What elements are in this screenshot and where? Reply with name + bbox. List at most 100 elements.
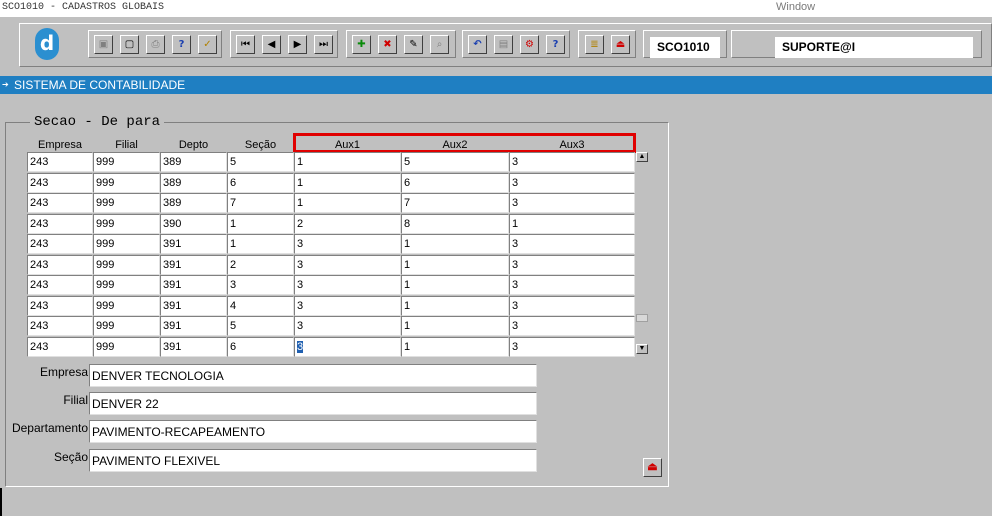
cell-empresa[interactable]: 243: [27, 234, 93, 254]
cell-depto[interactable]: 391: [160, 255, 227, 275]
cell-aux3[interactable]: 3: [509, 275, 635, 295]
cell-depto[interactable]: 389: [160, 193, 227, 213]
cell-empresa[interactable]: 243: [27, 275, 93, 295]
cell-secao[interactable]: 5: [227, 152, 294, 172]
delete-record-button[interactable]: ✖: [378, 35, 397, 54]
cell-filial[interactable]: 999: [93, 296, 160, 316]
cell-aux3[interactable]: 3: [509, 337, 635, 357]
help-button[interactable]: ?: [546, 35, 565, 54]
cell-empresa[interactable]: 243: [27, 152, 93, 172]
edit-record-button[interactable]: ✎: [404, 35, 423, 54]
cell-aux1[interactable]: 3: [294, 255, 401, 275]
cell-aux2[interactable]: 1: [401, 255, 509, 275]
window-button[interactable]: ▢: [120, 35, 139, 54]
last-record-button[interactable]: ⏭: [314, 35, 333, 54]
cell-depto[interactable]: 389: [160, 152, 227, 172]
cell-aux3[interactable]: 1: [509, 214, 635, 234]
cell-aux2[interactable]: 8: [401, 214, 509, 234]
tools-button[interactable]: ⚙: [520, 35, 539, 54]
scroll-down-button[interactable]: ▼: [636, 344, 648, 354]
filial-field[interactable]: DENVER 22: [89, 392, 537, 415]
previous-record-button[interactable]: ◀: [262, 35, 281, 54]
cell-empresa[interactable]: 243: [27, 255, 93, 275]
last-record-icon: ⏭: [319, 39, 328, 50]
cell-empresa[interactable]: 243: [27, 296, 93, 316]
cell-empresa[interactable]: 243: [27, 173, 93, 193]
cell-filial[interactable]: 999: [93, 214, 160, 234]
scroll-up-button[interactable]: ▲: [636, 152, 648, 162]
cell-aux1[interactable]: 1: [294, 173, 401, 193]
insert-record-button[interactable]: ✚: [352, 35, 371, 54]
cell-aux2[interactable]: 1: [401, 275, 509, 295]
grid-scrollbar[interactable]: ▲ ▼: [636, 152, 649, 356]
secao-field[interactable]: PAVIMENTO FLEXIVEL: [89, 449, 537, 472]
cell-filial[interactable]: 999: [93, 316, 160, 336]
next-record-button[interactable]: ▶: [288, 35, 307, 54]
cell-empresa[interactable]: 243: [27, 193, 93, 213]
cell-aux2[interactable]: 1: [401, 337, 509, 357]
cell-depto[interactable]: 391: [160, 296, 227, 316]
cell-filial[interactable]: 999: [93, 337, 160, 357]
cell-filial[interactable]: 999: [93, 275, 160, 295]
cell-aux3[interactable]: 3: [509, 234, 635, 254]
cell-aux1[interactable]: 3: [294, 234, 401, 254]
cell-aux2[interactable]: 1: [401, 296, 509, 316]
cell-secao[interactable]: 3: [227, 275, 294, 295]
undo-button[interactable]: ↶: [468, 35, 487, 54]
first-record-button[interactable]: ⏮: [236, 35, 255, 54]
cell-filial[interactable]: 999: [93, 234, 160, 254]
cell-depto[interactable]: 391: [160, 234, 227, 254]
cell-aux2[interactable]: 6: [401, 173, 509, 193]
cell-depto[interactable]: 389: [160, 173, 227, 193]
exit-button[interactable]: ⏏: [611, 35, 630, 54]
cell-aux1[interactable]: 3: [294, 275, 401, 295]
cell-depto[interactable]: 391: [160, 316, 227, 336]
cell-secao[interactable]: 4: [227, 296, 294, 316]
cell-secao[interactable]: 1: [227, 234, 294, 254]
departamento-field[interactable]: PAVIMENTO-RECAPEAMENTO: [89, 420, 537, 443]
cell-depto[interactable]: 390: [160, 214, 227, 234]
copy-button[interactable]: ▤: [494, 35, 513, 54]
cell-secao[interactable]: 2: [227, 255, 294, 275]
scroll-thumb[interactable]: [636, 314, 648, 322]
cell-filial[interactable]: 999: [93, 255, 160, 275]
cell-secao[interactable]: 7: [227, 193, 294, 213]
cell-aux1[interactable]: 3: [294, 316, 401, 336]
cell-secao[interactable]: 6: [227, 337, 294, 357]
cell-empresa[interactable]: 243: [27, 337, 93, 357]
execute-query-button[interactable]: ✓: [198, 35, 217, 54]
cell-aux1[interactable]: 3: [294, 296, 401, 316]
cell-aux3[interactable]: 3: [509, 316, 635, 336]
query-button[interactable]: ?: [172, 35, 191, 54]
cell-filial[interactable]: 999: [93, 152, 160, 172]
cell-aux1[interactable]: 3: [294, 337, 401, 357]
cell-aux3[interactable]: 3: [509, 173, 635, 193]
cell-filial[interactable]: 999: [93, 173, 160, 193]
cell-secao[interactable]: 6: [227, 173, 294, 193]
cell-aux2[interactable]: 1: [401, 234, 509, 254]
form-exit-button[interactable]: ⏏: [643, 458, 662, 477]
cell-empresa[interactable]: 243: [27, 316, 93, 336]
cell-aux3[interactable]: 3: [509, 152, 635, 172]
cell-aux3[interactable]: 3: [509, 296, 635, 316]
cell-aux2[interactable]: 1: [401, 316, 509, 336]
cell-depto[interactable]: 391: [160, 337, 227, 357]
cell-aux3[interactable]: 3: [509, 255, 635, 275]
empresa-field[interactable]: DENVER TECNOLOGIA: [89, 364, 537, 387]
save-button[interactable]: ▣: [94, 35, 113, 54]
cell-secao[interactable]: 1: [227, 214, 294, 234]
cell-aux1[interactable]: 2: [294, 214, 401, 234]
cell-aux2[interactable]: 7: [401, 193, 509, 213]
lookup-button[interactable]: ⌕: [430, 35, 449, 54]
cell-secao[interactable]: 5: [227, 316, 294, 336]
cell-depto[interactable]: 391: [160, 275, 227, 295]
window-menu[interactable]: Window: [776, 1, 815, 13]
cell-empresa[interactable]: 243: [27, 214, 93, 234]
cell-aux1[interactable]: 1: [294, 152, 401, 172]
print-button[interactable]: ⎙: [146, 35, 165, 54]
cell-aux3[interactable]: 3: [509, 193, 635, 213]
cell-aux2[interactable]: 5: [401, 152, 509, 172]
cell-aux1[interactable]: 1: [294, 193, 401, 213]
cell-filial[interactable]: 999: [93, 193, 160, 213]
menu-button[interactable]: ≣: [585, 35, 604, 54]
